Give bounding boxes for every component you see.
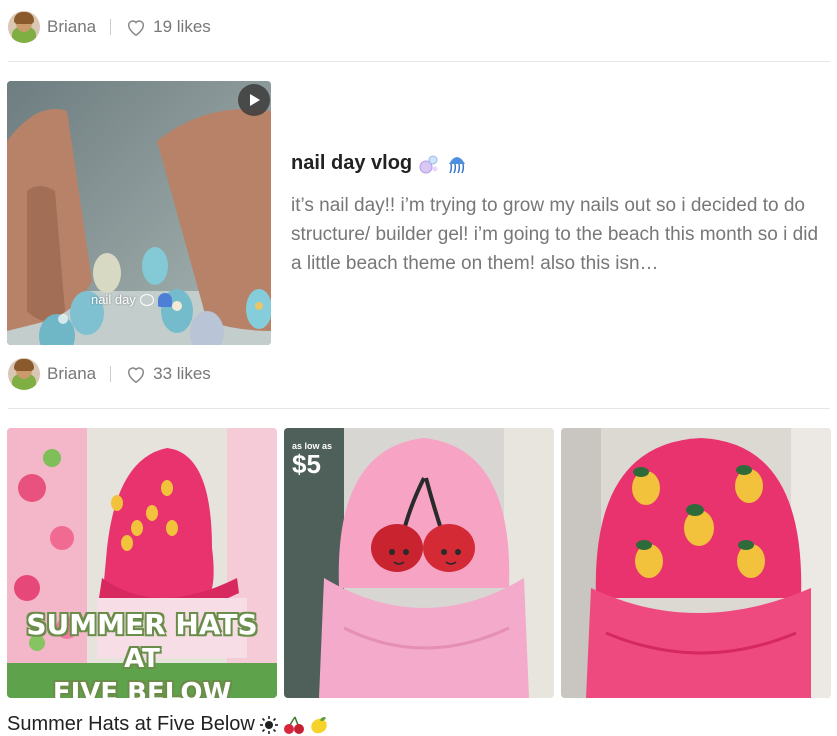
overlay-line: FIVE BELOW — [52, 678, 232, 698]
jellyfish-icon — [449, 156, 466, 173]
divider — [8, 408, 830, 409]
post-author-row: Briana 19 likes — [8, 10, 211, 44]
overlay-line: AT — [124, 644, 160, 674]
likes-count: 19 likes — [153, 17, 211, 36]
image-overlay-text: SUMMER HATS AT FIVE BELOW — [7, 608, 277, 698]
jellyfish-icon — [157, 292, 172, 307]
overlay-line: SUMMER HATS — [26, 608, 258, 641]
play-icon — [250, 94, 260, 106]
heart-icon[interactable] — [125, 363, 147, 385]
author-name[interactable]: Briana — [47, 364, 96, 384]
post-title[interactable]: Summer Hats at Five Below — [7, 713, 329, 736]
heart-icon[interactable] — [125, 16, 147, 38]
post-image-1[interactable]: SUMMER HATS AT FIVE BELOW — [7, 428, 277, 698]
post-author-row: Briana 33 likes — [8, 357, 211, 391]
avatar[interactable] — [8, 11, 40, 43]
post-description: it’s nail day!! i’m trying to grow my na… — [291, 195, 819, 274]
bubbles-icon — [139, 293, 154, 306]
video-thumbnail[interactable]: nail day — [7, 81, 271, 345]
price-tag: as low as $5 — [292, 442, 332, 479]
divider — [110, 366, 112, 382]
thumbnail-caption: nail day — [91, 292, 172, 307]
hat-photo — [561, 428, 831, 698]
divider — [8, 61, 830, 62]
price-value: $5 — [292, 449, 321, 479]
post-title-text[interactable]: Summer Hats at Five Below — [7, 713, 255, 736]
post-title-text[interactable]: nail day vlog — [291, 152, 412, 175]
post-image-2[interactable]: as low as $5 — [284, 428, 554, 698]
likes-count: 33 likes — [153, 364, 211, 383]
post-image-3[interactable] — [561, 428, 831, 698]
avatar[interactable] — [8, 358, 40, 390]
caption-text: nail day — [91, 292, 136, 307]
divider — [110, 19, 112, 35]
author-name[interactable]: Briana — [47, 17, 96, 37]
post-title[interactable]: nail day vlog — [291, 152, 468, 175]
bubbles-icon — [419, 155, 438, 173]
sun-icon — [259, 715, 278, 734]
cherries-icon — [283, 716, 304, 734]
lemon-icon — [311, 716, 327, 733]
play-button[interactable] — [238, 84, 270, 116]
